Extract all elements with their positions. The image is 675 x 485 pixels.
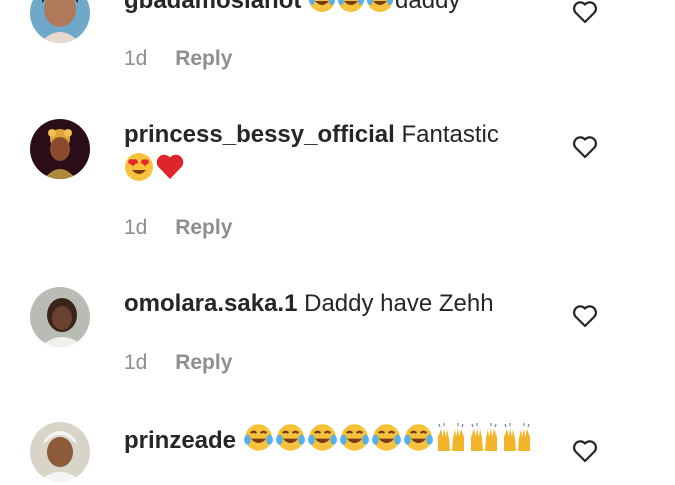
- comment-text: omolara.saka.1 Daddy have Zehh: [124, 287, 554, 321]
- heart-outline-icon[interactable]: [572, 135, 598, 159]
- comment-username[interactable]: princess_bessy_official: [124, 121, 395, 148]
- raising-hands-emoji: [435, 423, 467, 463]
- avatar[interactable]: [30, 119, 90, 179]
- laughing-tears-emoji: [307, 422, 338, 463]
- comment-username[interactable]: omolara.saka.1: [124, 290, 297, 317]
- heart-outline-icon[interactable]: [572, 304, 598, 328]
- comment-text: prinzeade: [124, 422, 574, 463]
- heart-outline-icon[interactable]: [572, 0, 598, 24]
- comment-username[interactable]: gbadamosiahot: [124, 0, 301, 14]
- reply-button[interactable]: Reply: [175, 47, 232, 70]
- laughing-tears-emoji: [366, 0, 394, 23]
- comment-text: princess_bessy_official Fantastic: [124, 118, 554, 192]
- raising-hands-emoji: [501, 423, 533, 463]
- comment-meta: 1d Reply: [124, 215, 232, 241]
- comment-body: Fantastic: [401, 121, 499, 148]
- red-heart-emoji: [155, 152, 185, 192]
- laughing-tears-emoji: [337, 0, 365, 23]
- reply-button[interactable]: Reply: [175, 216, 232, 239]
- laughing-tears-emoji: [243, 422, 274, 463]
- laughing-tears-emoji: [339, 422, 370, 463]
- laughing-tears-emoji: [371, 422, 402, 463]
- comment-body: daddy: [395, 0, 461, 14]
- comment-body: Daddy have Zehh: [304, 290, 494, 317]
- heart-outline-icon[interactable]: [572, 439, 598, 463]
- raising-hands-emoji: [468, 423, 500, 463]
- comment-time: 1d: [124, 216, 148, 239]
- comment-text: gbadamosiahot daddy: [124, 0, 554, 23]
- comment-meta: 1d Reply: [124, 46, 232, 72]
- laughing-tears-emoji: [308, 0, 336, 23]
- laughing-tears-emoji: [403, 422, 434, 463]
- reply-button[interactable]: Reply: [175, 351, 232, 374]
- avatar[interactable]: [30, 422, 90, 482]
- comment-time: 1d: [124, 351, 148, 374]
- comment-time: 1d: [124, 47, 148, 70]
- avatar[interactable]: [30, 0, 90, 43]
- comment-meta: 1d Reply: [124, 350, 232, 376]
- avatar[interactable]: [30, 287, 90, 347]
- laughing-tears-emoji: [275, 422, 306, 463]
- comment-username[interactable]: prinzeade: [124, 427, 236, 454]
- heart-eyes-emoji: [124, 152, 154, 192]
